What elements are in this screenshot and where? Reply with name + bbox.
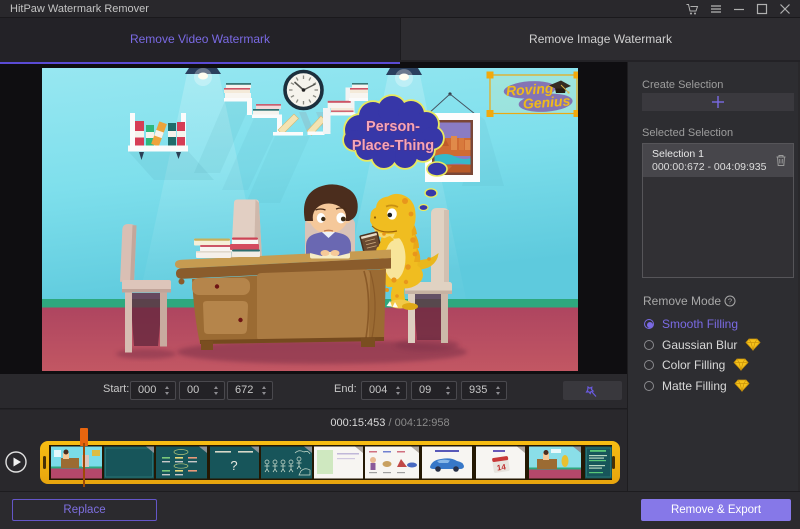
svg-text:Genius: Genius	[522, 92, 571, 111]
svg-text:Place-Thing: Place-Thing	[352, 138, 434, 154]
svg-text:14: 14	[496, 462, 507, 472]
svg-text:?: ?	[728, 297, 732, 306]
svg-text:Person-: Person-	[366, 119, 420, 135]
svg-text:?: ?	[230, 458, 237, 473]
